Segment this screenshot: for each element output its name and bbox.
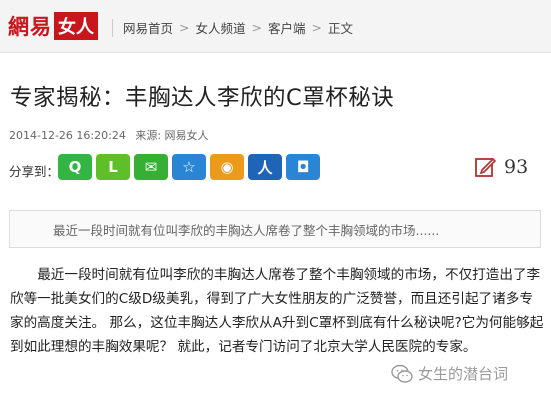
youdao-icon: ◘ xyxy=(296,158,310,176)
share-laiwang-button[interactable]: L xyxy=(96,154,130,180)
breadcrumb-separator: > xyxy=(311,20,322,35)
comment-link[interactable]: 93 xyxy=(474,156,528,178)
article-title: 专家揭秘：丰胸达人李欣的C罩杯秘诀 xyxy=(10,85,395,111)
share-buttons: Q L ✉ ☆ ◉ 人 ◘ xyxy=(58,154,320,180)
article-meta: 2014-12-26 16:20:24 来源: 网易女人 xyxy=(9,127,209,143)
breadcrumb-current: 正文 xyxy=(328,21,354,36)
article-body: 最近一段时间就有位叫李欣的丰胸达人席卷了整个丰胸领域的市场，不仅打造出了李欣等一… xyxy=(10,263,546,359)
wechat-watermark: 女生的潜台词 xyxy=(391,363,509,384)
edit-comment-icon xyxy=(475,157,496,177)
share-weibo-button[interactable]: ◉ xyxy=(210,154,244,180)
comment-count: 93 xyxy=(504,156,529,178)
share-wechat-button[interactable]: ✉ xyxy=(134,154,168,180)
logo-main-text: 網易 xyxy=(8,14,52,39)
breadcrumb: 网易首页 > 女人频道 > 客户端 > 正文 xyxy=(112,18,353,37)
breadcrumb-channel-link[interactable]: 女人频道 xyxy=(196,18,246,37)
article-summary: 最近一段时间就有位叫李欣的丰胸达人席卷了整个丰胸领域的市场...... xyxy=(53,223,440,238)
share-qq-button[interactable]: Q xyxy=(58,154,92,180)
article-paragraph: 最近一段时间就有位叫李欣的丰胸达人席卷了整个丰胸领域的市场，不仅打造出了李欣等一… xyxy=(10,267,544,355)
breadcrumb-client-link[interactable]: 客户端 xyxy=(268,18,306,37)
share-renren-button[interactable]: 人 xyxy=(248,154,282,180)
publish-date: 2014-12-26 16:20:24 xyxy=(9,129,126,142)
breadcrumb-separator: > xyxy=(251,20,262,35)
share-qzone-button[interactable]: ☆ xyxy=(172,154,206,180)
watermark-text: 女生的潜台词 xyxy=(418,365,509,383)
weibo-icon: ◉ xyxy=(220,158,234,176)
wechat-icon xyxy=(391,364,413,383)
breadcrumb-divider xyxy=(112,18,113,37)
qq-icon: Q xyxy=(68,158,82,176)
article-source: 来源: 网易女人 xyxy=(135,129,209,142)
renren-icon: 人 xyxy=(257,158,273,177)
site-logo[interactable]: 網易 女人 xyxy=(8,12,98,40)
logo-channel-text: 女人 xyxy=(54,12,98,40)
breadcrumb-separator: > xyxy=(179,20,190,35)
article-summary-box: 最近一段时间就有位叫李欣的丰胸达人席卷了整个丰胸领域的市场...... xyxy=(9,210,541,248)
wechat-icon: ✉ xyxy=(144,158,158,176)
breadcrumb-home-link[interactable]: 网易首页 xyxy=(123,18,173,37)
qzone-icon: ☆ xyxy=(182,158,196,176)
share-youdao-button[interactable]: ◘ xyxy=(286,154,320,180)
top-bar: 網易 女人 网易首页 > 女人频道 > 客户端 > 正文 xyxy=(0,0,551,53)
share-label: 分享到： xyxy=(9,164,60,179)
laiwang-icon: L xyxy=(108,158,118,176)
